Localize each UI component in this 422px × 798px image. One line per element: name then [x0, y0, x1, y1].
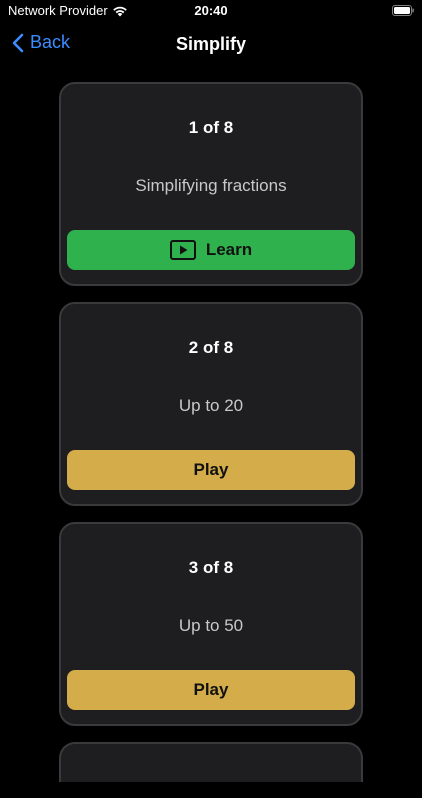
level-card-2: 2 of 8 Up to 20 Play [59, 302, 363, 506]
level-count: 1 of 8 [188, 118, 234, 137]
play-button[interactable]: Play [67, 450, 355, 490]
play-button-label: Play [193, 680, 229, 699]
level-count: 2 of 8 [188, 338, 234, 357]
level-count: 3 of 8 [188, 558, 234, 577]
battery-icon [392, 5, 414, 16]
play-video-icon [169, 240, 196, 260]
status-bar: Network Provider 20:40 [0, 0, 422, 22]
learn-button[interactable]: Learn [67, 230, 355, 270]
level-card-1: 1 of 8 Simplifying fractions Learn [59, 82, 363, 286]
nav-bar: Back Simplify [0, 22, 422, 66]
play-button[interactable]: Play [67, 670, 355, 710]
play-button-label: Play [193, 460, 229, 479]
learn-button-label: Learn [205, 240, 253, 259]
level-list: 1 of 8 Simplifying fractions Learn 2 of … [59, 82, 363, 798]
level-description: Up to 50 [178, 616, 244, 635]
level-description: Up to 20 [178, 396, 244, 415]
level-card-partial [59, 742, 363, 782]
page-title: Simplify [175, 34, 246, 54]
status-time: 20:40 [194, 3, 228, 18]
level-description: Simplifying fractions [135, 176, 287, 195]
level-card-3: 3 of 8 Up to 50 Play [59, 522, 363, 726]
